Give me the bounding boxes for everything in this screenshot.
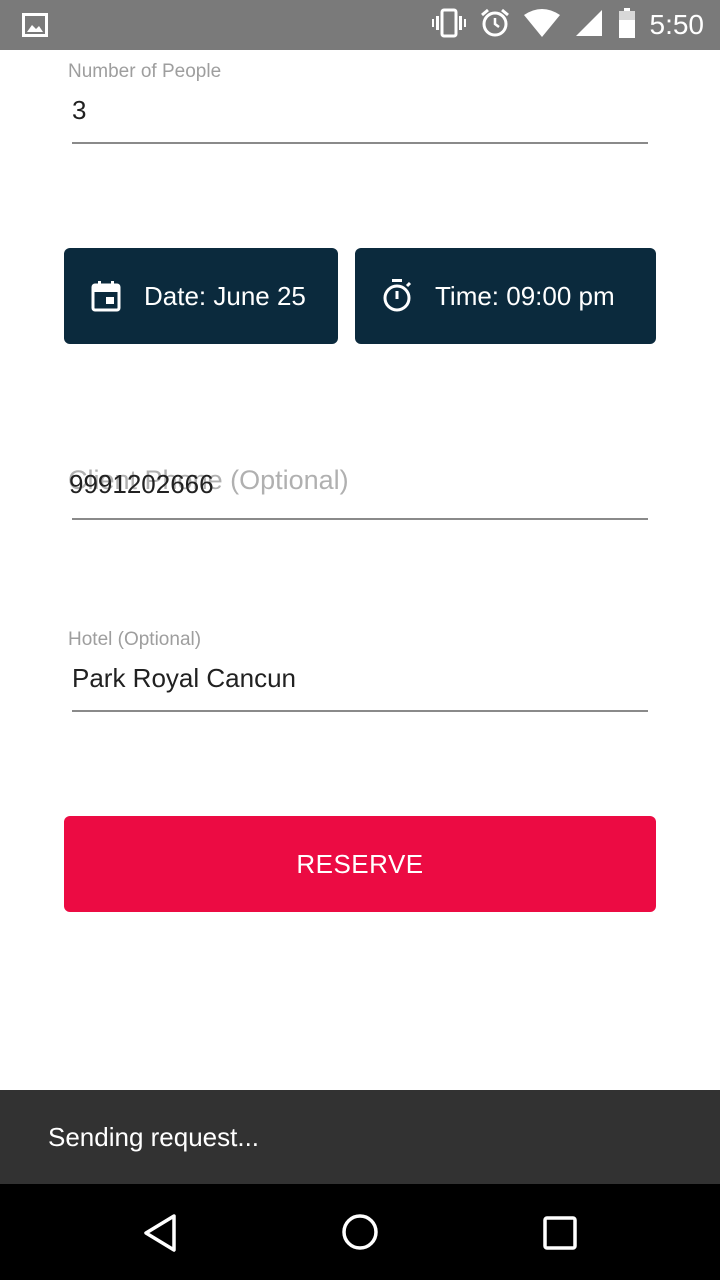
battery-icon xyxy=(618,7,636,43)
time-button[interactable]: Time: 09:00 pm xyxy=(355,248,656,344)
people-input[interactable]: 3 xyxy=(72,95,86,126)
timer-icon xyxy=(381,279,413,313)
people-label: Number of People xyxy=(68,61,222,82)
back-icon[interactable] xyxy=(141,1213,179,1258)
date-button-label: Date: June 25 xyxy=(144,280,306,311)
calendar-icon xyxy=(91,280,121,312)
time-button-label: Time: 09:00 pm xyxy=(435,280,615,311)
image-icon xyxy=(22,13,48,42)
vibrate-icon xyxy=(431,8,466,43)
hotel-input[interactable]: Park Royal Cancun xyxy=(72,663,296,694)
people-underline xyxy=(72,142,648,144)
clock: 5:50 xyxy=(649,9,705,40)
date-button[interactable]: Date: June 25 xyxy=(64,248,338,344)
signal-icon xyxy=(574,8,604,43)
reserve-button[interactable]: RESERVE xyxy=(64,816,656,912)
hotel-underline xyxy=(72,710,648,712)
navigation-bar xyxy=(0,1184,720,1280)
hotel-label: Hotel (Optional) xyxy=(68,629,202,650)
snackbar-message: Sending request... xyxy=(48,1122,260,1152)
phone-input[interactable]: 9991202666 xyxy=(69,469,214,500)
wifi-icon xyxy=(523,8,560,42)
status-icons: 5:50 xyxy=(431,7,705,43)
recents-icon[interactable] xyxy=(542,1215,578,1256)
status-bar: 5:50 xyxy=(0,0,720,50)
alarm-icon xyxy=(480,8,510,43)
snackbar: Sending request... xyxy=(0,1090,720,1184)
home-icon[interactable] xyxy=(341,1213,379,1256)
phone-underline xyxy=(72,518,648,520)
